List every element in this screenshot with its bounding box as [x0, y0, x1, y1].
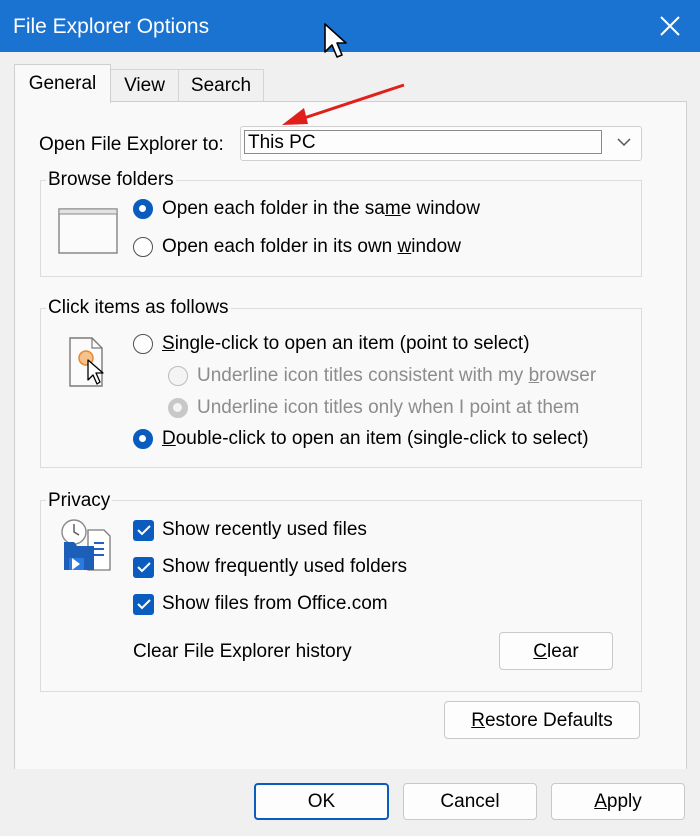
click-document-icon: [69, 337, 104, 387]
radio-indicator[interactable]: [133, 334, 153, 354]
open-to-dropdown[interactable]: This PC: [240, 126, 642, 161]
tab-general[interactable]: General: [14, 64, 111, 103]
radio-indicator[interactable]: [168, 366, 188, 386]
option-label: Show files from Office.com: [162, 593, 388, 614]
chevron-down-icon: [617, 138, 631, 147]
window-title: File Explorer Options: [13, 15, 210, 38]
tab-label: View: [124, 75, 165, 96]
option-label: Open each folder in its own window: [162, 236, 461, 257]
radio-underline-point[interactable]: Underline icon titles only when I point …: [168, 397, 579, 419]
checkbox-frequent-folders[interactable]: Show frequently used folders: [133, 556, 407, 578]
checkbox-indicator[interactable]: [133, 593, 154, 615]
radio-indicator[interactable]: [133, 237, 153, 257]
checkbox-office-files[interactable]: Show files from Office.com: [133, 593, 388, 615]
radio-double-click[interactable]: Double-click to open an item (single-cli…: [133, 428, 589, 450]
radio-underline-browser[interactable]: Underline icon titles consistent with my…: [168, 365, 596, 387]
tab-label: Search: [190, 75, 252, 96]
checkmark-icon: [136, 562, 151, 573]
option-label: Show recently used files: [162, 519, 367, 540]
browse-folders-title: Browse folders: [46, 169, 176, 191]
radio-same-window[interactable]: Open each folder in the same window: [133, 198, 480, 220]
clear-history-label: Clear File Explorer history: [133, 641, 352, 662]
apply-button[interactable]: Apply: [551, 783, 685, 820]
clear-button[interactable]: Clear: [499, 632, 613, 670]
browse-folders-group: [40, 180, 642, 277]
close-icon: [660, 16, 680, 36]
option-label: Underline icon titles only when I point …: [197, 397, 580, 418]
tab-search[interactable]: Search: [178, 69, 264, 102]
radio-single-click[interactable]: Single-click to open an item (point to s…: [133, 333, 530, 355]
option-label: Show frequently used folders: [162, 556, 408, 577]
title-bar: File Explorer Options: [0, 0, 700, 52]
tab-label: General: [28, 73, 97, 94]
ok-button[interactable]: OK: [254, 783, 389, 820]
checkmark-icon: [136, 599, 151, 610]
radio-own-window[interactable]: Open each folder in its own window: [133, 236, 461, 258]
checkbox-indicator[interactable]: [133, 519, 154, 541]
tab-view[interactable]: View: [109, 69, 180, 102]
checkmark-icon: [136, 525, 151, 536]
option-label: Open each folder in the same window: [162, 198, 480, 219]
option-label: Single-click to open an item (point to s…: [162, 333, 530, 354]
checkbox-indicator[interactable]: [133, 556, 154, 578]
option-label: Double-click to open an item (single-cli…: [162, 428, 589, 449]
restore-defaults-button[interactable]: Restore Defaults: [444, 701, 640, 739]
privacy-icon: [61, 519, 111, 571]
close-button[interactable]: [638, 0, 700, 52]
radio-indicator[interactable]: [133, 199, 153, 219]
window-icon: [58, 208, 118, 254]
cancel-button[interactable]: Cancel: [403, 783, 537, 820]
radio-indicator[interactable]: [133, 429, 153, 449]
open-to-value: This PC: [244, 130, 602, 154]
privacy-title: Privacy: [46, 490, 113, 512]
annotation-arrow-icon: [282, 83, 405, 125]
click-items-title: Click items as follows: [46, 297, 231, 319]
option-label: Underline icon titles consistent with my…: [197, 365, 597, 386]
mouse-cursor-icon: [324, 23, 347, 58]
radio-indicator[interactable]: [168, 398, 188, 418]
open-to-label: Open File Explorer to:: [39, 134, 224, 155]
checkbox-recent-files[interactable]: Show recently used files: [133, 519, 367, 541]
